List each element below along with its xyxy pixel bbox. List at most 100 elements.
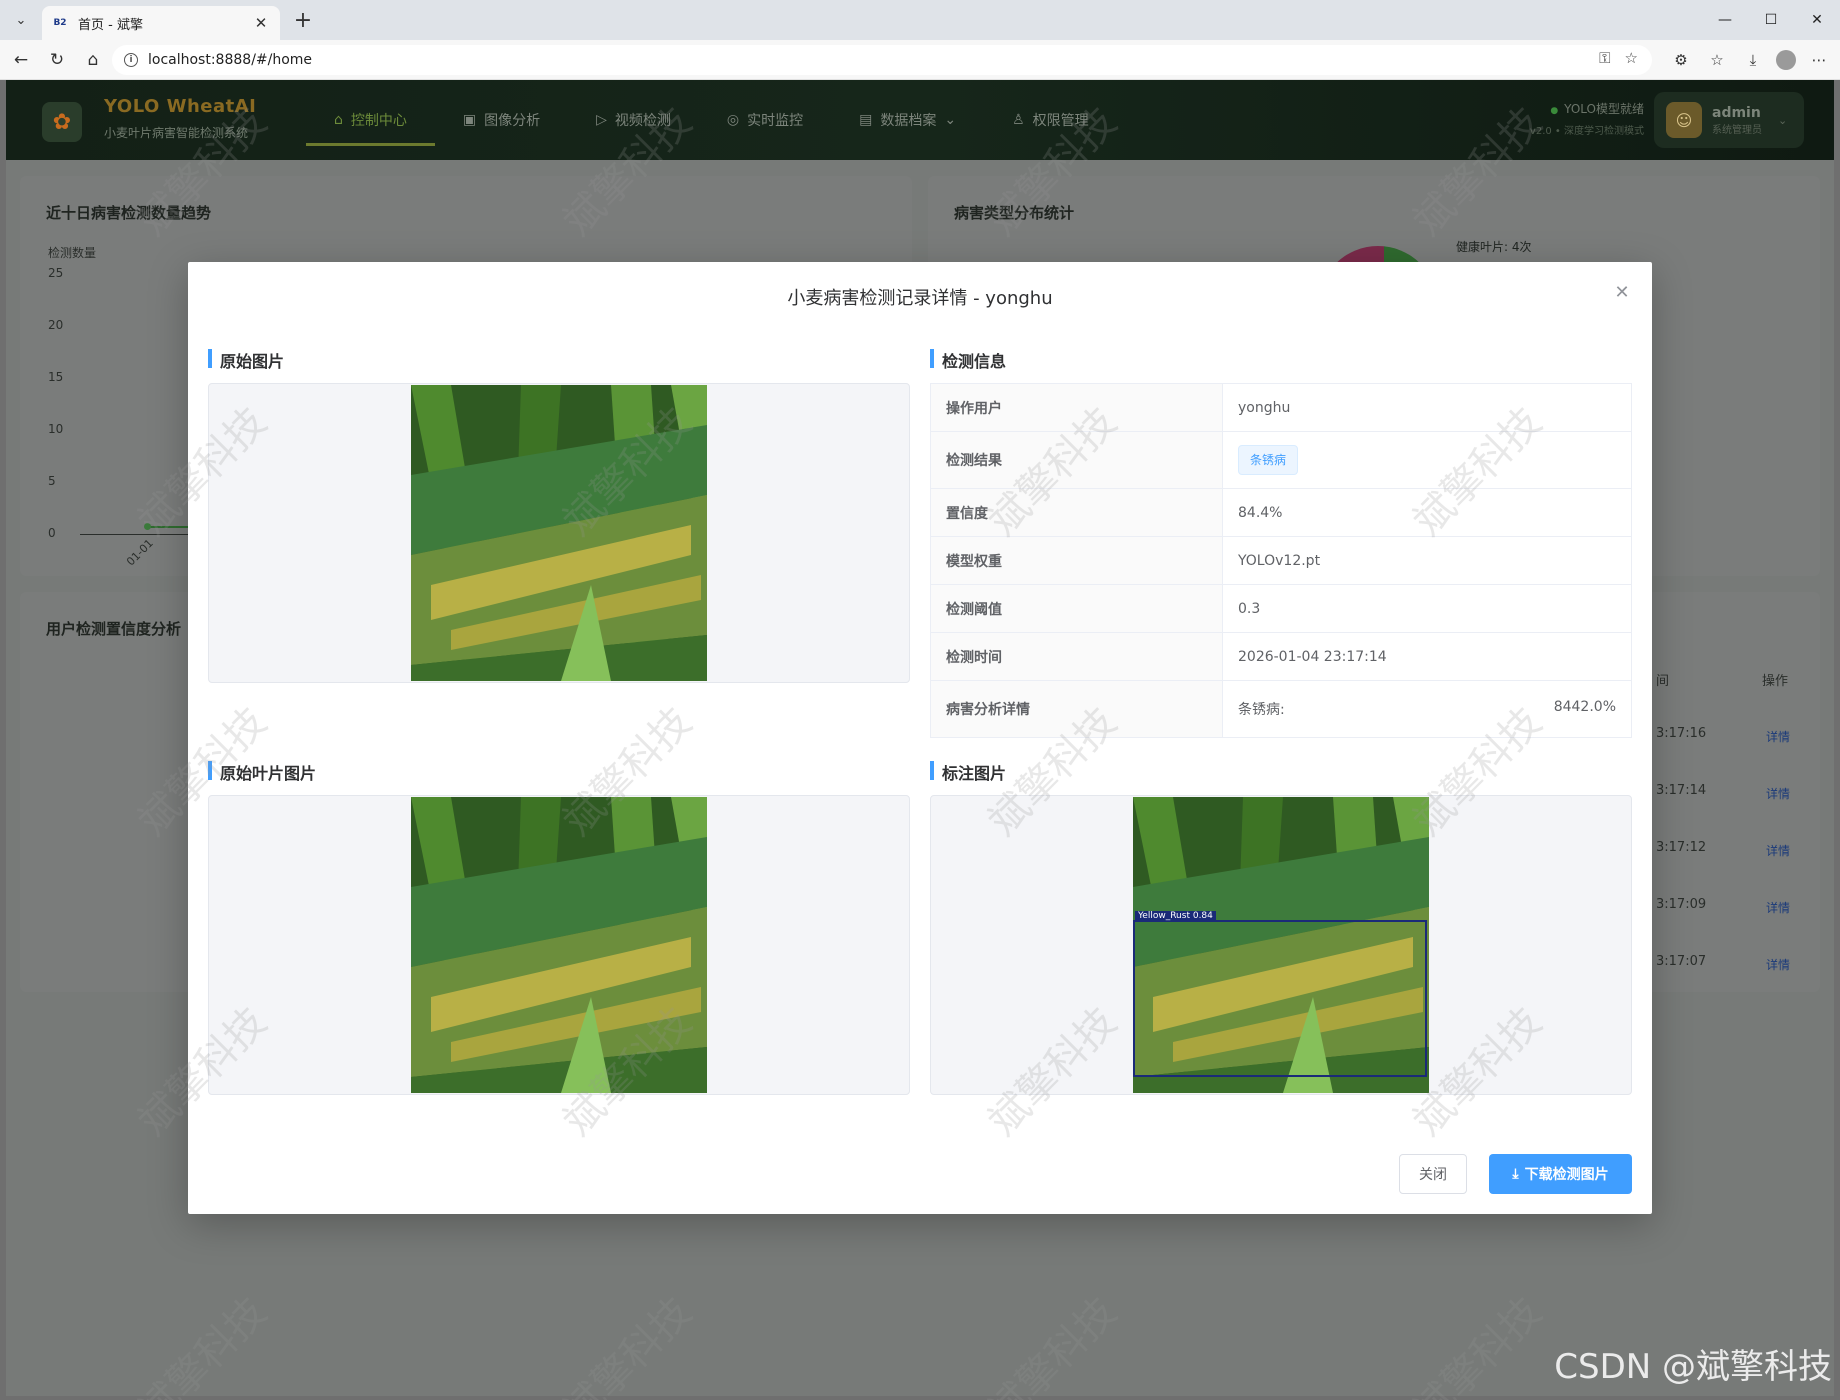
profile-avatar[interactable]: [1776, 50, 1796, 70]
trend-chart-title: 近十日病害检测数量趋势: [46, 204, 212, 222]
label-analysis: 病害分析详情: [930, 680, 1223, 738]
key-icon[interactable]: ⚿: [1599, 49, 1610, 67]
bookmark-star-icon[interactable]: ☆: [1625, 49, 1638, 67]
download-image-button[interactable]: ⤓ 下载检测图片: [1489, 1154, 1632, 1194]
x-tick: 01-01: [124, 536, 156, 569]
nav-label: 图像分析: [484, 113, 541, 129]
document-icon: ▤: [859, 112, 873, 128]
pie-chart-title: 病害类型分布统计: [954, 204, 1075, 222]
result-tag: 条锈病: [1238, 445, 1299, 475]
nav-label: 控制中心: [350, 113, 407, 129]
nav-item-permissions[interactable]: ♙ 权限管理: [984, 80, 1117, 160]
window-close-icon[interactable]: ✕: [1794, 0, 1840, 40]
more-menu-icon[interactable]: ⋯: [1806, 48, 1832, 72]
browser-tab-strip: ⌄ B2 首页 - 斌擎 ✕ + — ☐ ✕: [0, 0, 1840, 40]
table-row-time: 3:17:16: [1656, 726, 1707, 741]
wheat-leaf-picture: [411, 385, 707, 681]
address-bar[interactable]: i localhost:8888/#/home ⚿ ☆: [112, 45, 1652, 75]
detection-bounding-box: Yellow_Rust 0.84: [1133, 911, 1427, 1077]
home-button-icon[interactable]: ⌂: [80, 48, 106, 72]
minimize-icon[interactable]: —: [1702, 0, 1748, 40]
wheat-leaf-picture: [411, 797, 707, 1093]
analysis-name: 条锈病:: [1238, 702, 1285, 718]
user-icon: ♙: [1012, 112, 1025, 128]
table-row-time: 3:17:12: [1656, 840, 1707, 855]
row-detail-link[interactable]: 详情: [1766, 785, 1790, 802]
label-threshold: 检测阈值: [930, 584, 1223, 633]
y-tick: 0: [48, 526, 56, 540]
home-icon: ⌂: [334, 112, 343, 128]
y-tick: 15: [48, 370, 64, 384]
dialog-title: 小麦病害检测记录详情 - yonghu: [787, 288, 1053, 309]
value-threshold: 0.3: [1222, 584, 1632, 633]
dialog-close-icon[interactable]: ✕: [1610, 280, 1634, 304]
table-header-time: 间: [1656, 674, 1670, 689]
favorites-icon[interactable]: ☆: [1704, 48, 1730, 72]
nav-item-dashboard[interactable]: ⌂ 控制中心: [306, 80, 435, 160]
user-role: 系统管理员: [1712, 124, 1762, 136]
nav-label: 实时监控: [747, 113, 804, 129]
y-tick: 25: [48, 266, 64, 280]
model-version-text: v2.0 • 深度学习检测模式: [1529, 126, 1644, 137]
label-confidence: 置信度: [930, 488, 1223, 537]
row-detail-link[interactable]: 详情: [1766, 842, 1790, 859]
annotated-image-box: Yellow_Rust 0.84: [930, 795, 1632, 1095]
x-axis-line: [80, 534, 200, 535]
nav-label: 数据档案: [880, 113, 937, 129]
nav-item-data-archive[interactable]: ▤ 数据档案 ⌄: [831, 80, 984, 160]
row-detail-link[interactable]: 详情: [1766, 956, 1790, 973]
detection-info-table: 操作用户 yonghu 检测结果 条锈病 置信度 84.4% 模型权重 YOLO…: [930, 383, 1632, 738]
site-info-icon[interactable]: i: [124, 53, 138, 67]
nav-item-image-analysis[interactable]: ▣ 图像分析: [435, 80, 568, 160]
label-user: 操作用户: [930, 383, 1223, 432]
user-name: admin: [1712, 104, 1761, 121]
close-button-label: 关闭: [1419, 1167, 1447, 1183]
nav-item-live-monitor[interactable]: ◎ 实时监控: [699, 80, 831, 160]
user-menu[interactable]: ☺ admin 系统管理员 ⌄: [1654, 92, 1804, 148]
table-row-time: 3:17:14: [1656, 783, 1707, 798]
trend-point: [144, 523, 151, 530]
row-detail-link[interactable]: 详情: [1766, 899, 1790, 916]
detection-detail-dialog: 小麦病害检测记录详情 - yonghu ✕ 原始图片 检测信息 操作用户 yon…: [188, 262, 1652, 1214]
label-weights: 模型权重: [930, 536, 1223, 585]
wheat-logo-icon: ✿: [42, 102, 82, 142]
label-time: 检测时间: [930, 632, 1223, 681]
original-wheat-image: [411, 385, 707, 681]
value-confidence: 84.4%: [1222, 488, 1632, 537]
download-arrow-icon: ⤓: [1512, 1166, 1519, 1182]
detection-box-label: Yellow_Rust 0.84: [1135, 911, 1216, 921]
url-text: localhost:8888/#/home: [148, 52, 313, 68]
nav-item-video-detection[interactable]: ▷ 视频检测: [568, 80, 699, 160]
maximize-icon[interactable]: ☐: [1748, 0, 1794, 40]
close-button[interactable]: 关闭: [1399, 1154, 1467, 1194]
browser-tab[interactable]: B2 首页 - 斌擎 ✕: [42, 6, 280, 40]
leaf-image-box: [208, 795, 910, 1095]
new-tab-plus-icon[interactable]: +: [290, 7, 316, 33]
download-icon[interactable]: ⤓: [1740, 48, 1766, 72]
row-detail-link[interactable]: 详情: [1766, 728, 1790, 745]
y-tick: 10: [48, 422, 64, 436]
nav-label: 权限管理: [1032, 113, 1089, 129]
section-title-original-image: 原始图片: [208, 348, 284, 372]
tab-close-icon[interactable]: ✕: [252, 14, 270, 32]
section-title-annotated-image: 标注图片: [930, 760, 1006, 784]
camera-icon: ◎: [726, 112, 740, 128]
extensions-icon[interactable]: ⚙: [1668, 48, 1694, 72]
nav-label: 视频检测: [614, 113, 671, 129]
back-arrow-icon[interactable]: ←: [8, 48, 34, 72]
table-row-time: 3:17:09: [1656, 897, 1707, 912]
trend-y-axis-label: 检测数量: [48, 246, 97, 260]
user-avatar-icon: ☺: [1666, 102, 1702, 138]
pie-legend-label: 健康叶片: 4次: [1456, 240, 1532, 254]
tab-list-chevron-icon[interactable]: ⌄: [8, 8, 34, 32]
chevron-down-icon: ⌄: [1778, 113, 1788, 127]
original-image-box: [208, 383, 910, 683]
image-icon: ▣: [462, 112, 477, 128]
analysis-value: 8442.0%: [1553, 699, 1616, 715]
chevron-down-icon: ⌄: [944, 112, 957, 128]
window-controls: — ☐ ✕: [1702, 0, 1840, 40]
model-status: YOLO模型就绪 v2.0 • 深度学习检测模式: [1530, 100, 1644, 137]
browser-toolbar: ← ↻ ⌂ i localhost:8888/#/home ⚿ ☆ ⚙ ☆ ⤓ …: [0, 40, 1840, 80]
trend-series-line: [148, 526, 192, 528]
reload-icon[interactable]: ↻: [44, 48, 70, 72]
